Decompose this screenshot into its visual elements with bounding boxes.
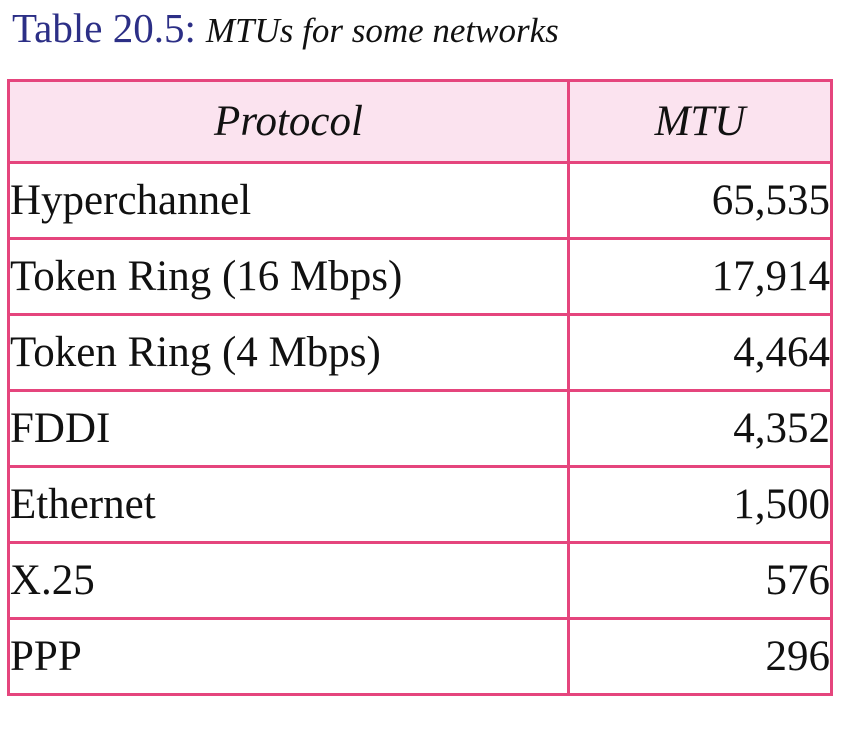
table-row: FDDI 4,352 <box>7 389 833 468</box>
mtu-cell: 17,914 <box>567 237 833 316</box>
protocol-cell: PPP <box>7 617 570 696</box>
table-caption: Table 20.5: MTUs for some networks <box>12 4 559 54</box>
mtu-cell: 65,535 <box>567 161 833 240</box>
table-row: Token Ring (16 Mbps) 17,914 <box>7 237 833 316</box>
caption-title: MTUs for some networks <box>205 11 559 50</box>
column-header-mtu: MTU <box>567 79 833 164</box>
table-row: PPP 296 <box>7 617 833 696</box>
protocol-cell: Token Ring (4 Mbps) <box>7 313 570 392</box>
protocol-cell: X.25 <box>7 541 570 620</box>
mtu-cell: 1,500 <box>567 465 833 544</box>
mtu-table: Protocol MTU Hyperchannel 65,535 Token R… <box>7 79 833 696</box>
mtu-cell: 4,464 <box>567 313 833 392</box>
protocol-cell: Ethernet <box>7 465 570 544</box>
column-header-protocol: Protocol <box>7 79 570 164</box>
table-row: Ethernet 1,500 <box>7 465 833 544</box>
table-row: Token Ring (4 Mbps) 4,464 <box>7 313 833 392</box>
protocol-cell: Token Ring (16 Mbps) <box>7 237 570 316</box>
table-row: Hyperchannel 65,535 <box>7 161 833 240</box>
mtu-cell: 576 <box>567 541 833 620</box>
caption-label: Table 20.5: <box>12 5 196 51</box>
protocol-cell: FDDI <box>7 389 570 468</box>
table-row: X.25 576 <box>7 541 833 620</box>
protocol-cell: Hyperchannel <box>7 161 570 240</box>
mtu-cell: 296 <box>567 617 833 696</box>
table-header-row: Protocol MTU <box>7 79 833 164</box>
mtu-cell: 4,352 <box>567 389 833 468</box>
